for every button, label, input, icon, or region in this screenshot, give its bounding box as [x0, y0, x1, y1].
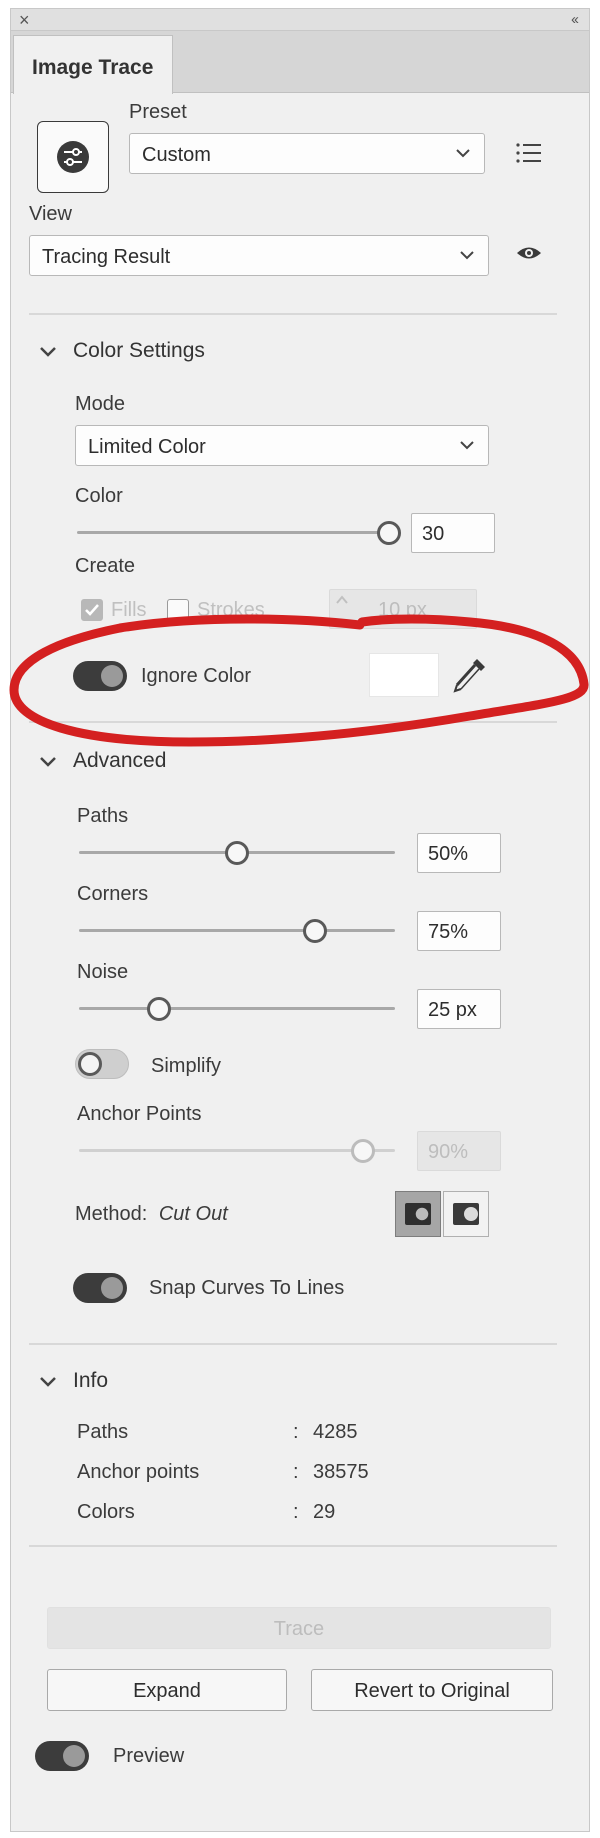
chevron-up-icon	[336, 595, 348, 604]
corners-slider-track[interactable]	[79, 929, 395, 932]
paths-value-field[interactable]: 50%	[417, 833, 501, 873]
paths-label: Paths	[77, 805, 129, 827]
view-value: Tracing Result	[42, 246, 171, 268]
eye-icon[interactable]	[515, 241, 543, 265]
simplify-label: Simplify	[151, 1055, 222, 1077]
divider	[29, 1343, 557, 1345]
info-colors-value: 29	[313, 1501, 336, 1523]
view-label: View	[29, 203, 72, 225]
eyedropper-icon[interactable]	[451, 655, 489, 695]
method-label: Method:	[75, 1203, 148, 1225]
list-icon[interactable]	[515, 141, 543, 165]
collapse-panel-icon[interactable]: ‹‹	[571, 10, 579, 30]
color-value-field[interactable]: 30	[411, 513, 495, 553]
info-colors-label: Colors	[77, 1501, 135, 1523]
method-row: Method: Cut Out	[75, 1203, 228, 1226]
mode-value: Limited Color	[88, 436, 206, 458]
checkmark-icon	[85, 604, 99, 616]
fills-label: Fills	[111, 599, 147, 621]
chevron-down-icon[interactable]	[37, 1371, 59, 1393]
info-paths-label: Paths	[77, 1421, 129, 1443]
color-label: Color	[75, 485, 123, 507]
chevron-down-icon	[460, 441, 474, 450]
ignore-color-label: Ignore Color	[141, 665, 252, 687]
mode-dropdown[interactable]: Limited Color	[75, 425, 489, 466]
noise-label: Noise	[77, 961, 129, 983]
snap-curves-toggle[interactable]	[73, 1273, 127, 1303]
info-header[interactable]: Info	[73, 1369, 108, 1393]
preset-label: Preset	[129, 101, 187, 123]
snap-curves-label: Snap Curves To Lines	[149, 1277, 345, 1299]
revert-to-original-button[interactable]: Revert to Original	[311, 1669, 553, 1711]
create-label: Create	[75, 555, 136, 577]
advanced-header[interactable]: Advanced	[73, 749, 166, 773]
anchor-points-slider-track	[79, 1149, 395, 1152]
info-colon: :	[293, 1501, 299, 1523]
noise-slider-track[interactable]	[79, 1007, 395, 1010]
info-colon: :	[293, 1461, 299, 1483]
chevron-down-icon[interactable]	[37, 341, 59, 363]
info-anchor-points-label: Anchor points	[77, 1461, 200, 1483]
view-dropdown[interactable]: Tracing Result	[29, 235, 489, 276]
preset-dropdown[interactable]: Custom	[129, 133, 485, 174]
simplify-toggle[interactable]	[75, 1049, 129, 1079]
info-colon: :	[293, 1421, 299, 1443]
anchor-points-value-field: 90%	[417, 1131, 501, 1171]
noise-value-field[interactable]: 25 px	[417, 989, 501, 1029]
image-trace-panel: × ‹‹ Image Trace Preset Custom View Trac…	[10, 8, 590, 1832]
method-value: Cut Out	[158, 1203, 228, 1225]
color-slider-thumb[interactable]	[377, 521, 401, 545]
strokes-label: Strokes	[197, 599, 265, 621]
anchor-points-slider-thumb	[351, 1139, 375, 1163]
preview-label: Preview	[113, 1745, 185, 1767]
corners-value-field[interactable]: 75%	[417, 911, 501, 951]
overlapping-icon	[453, 1203, 479, 1225]
chevron-down-icon	[460, 251, 474, 260]
info-paths-value: 4285	[313, 1421, 358, 1443]
tab-image-trace[interactable]: Image Trace	[13, 35, 173, 94]
method-cut-out-button[interactable]	[395, 1191, 441, 1237]
paths-slider-thumb[interactable]	[225, 841, 249, 865]
fills-checkbox[interactable]	[81, 599, 103, 621]
chevron-down-icon	[456, 149, 470, 158]
noise-slider-thumb[interactable]	[147, 997, 171, 1021]
divider	[29, 313, 557, 315]
tab-bar: Image Trace	[11, 31, 589, 94]
method-overlapping-button[interactable]	[443, 1191, 489, 1237]
preset-sliders-icon-button[interactable]	[37, 121, 109, 193]
panel-titlebar: × ‹‹	[11, 9, 589, 31]
stroke-width-field: 10 px	[329, 589, 477, 629]
corners-label: Corners	[77, 883, 149, 905]
expand-button[interactable]: Expand	[47, 1669, 287, 1711]
divider	[29, 721, 557, 723]
preview-toggle[interactable]	[35, 1741, 89, 1771]
sliders-icon	[57, 141, 89, 173]
cut-out-icon	[405, 1203, 431, 1225]
anchor-points-label: Anchor Points	[77, 1103, 202, 1125]
color-settings-header[interactable]: Color Settings	[73, 339, 205, 363]
chevron-down-icon[interactable]	[37, 751, 59, 773]
color-slider-track[interactable]	[77, 531, 383, 534]
strokes-checkbox[interactable]	[167, 599, 189, 621]
divider	[29, 1545, 557, 1547]
preset-value: Custom	[142, 144, 211, 166]
trace-button: Trace	[47, 1607, 551, 1649]
corners-slider-thumb[interactable]	[303, 919, 327, 943]
info-anchor-points-value: 38575	[313, 1461, 369, 1483]
ignore-color-toggle[interactable]	[73, 661, 127, 691]
ignore-color-swatch[interactable]	[369, 653, 439, 697]
close-icon[interactable]: ×	[19, 10, 30, 30]
mode-label: Mode	[75, 393, 126, 415]
